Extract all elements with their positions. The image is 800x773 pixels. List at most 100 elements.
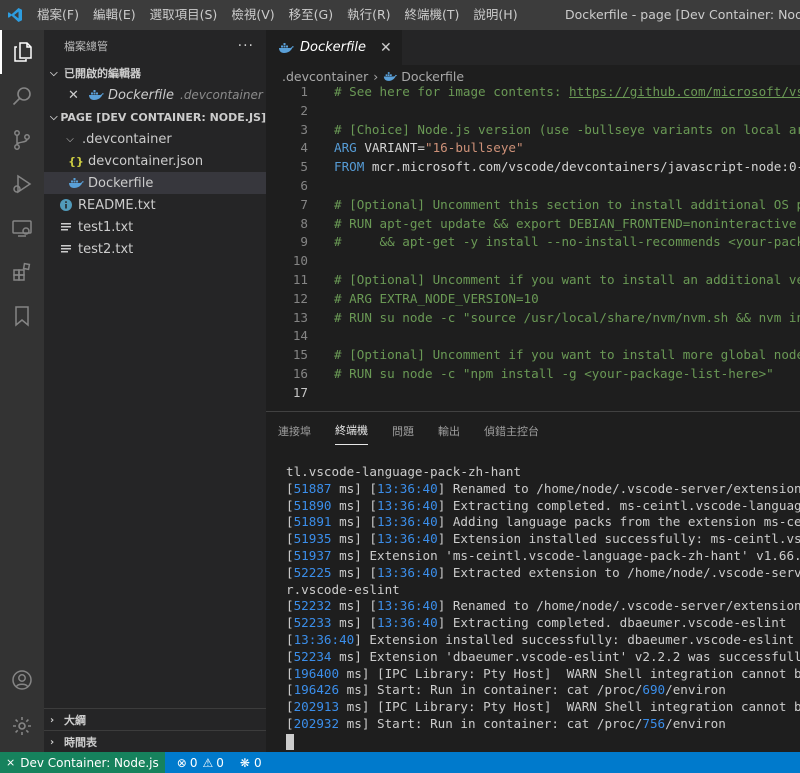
open-editor-item-dockerfile[interactable]: ✕ Dockerfile .devcontainer	[44, 84, 266, 106]
terminal-output[interactable]: tl.vscode-language-pack-zh-hant [51887 ms…	[286, 464, 800, 750]
menu-item-0[interactable]: 檔案(F)	[30, 0, 86, 30]
search-icon[interactable]	[0, 74, 44, 118]
code-line: 16 # RUN su node -c "npm install -g <your…	[266, 365, 800, 384]
identifier: mcr.microsoft.com/vscode/devcontainers/j…	[364, 159, 800, 175]
folder-devcontainer[interactable]: ⌵ .devcontainer	[44, 128, 266, 150]
panel-tab-3[interactable]: 輸出	[438, 415, 460, 445]
file-test2[interactable]: test2.txt	[44, 238, 266, 260]
remote-explorer-icon[interactable]	[0, 206, 44, 250]
settings-gear-icon[interactable]	[0, 704, 44, 748]
terminal-ms: 202913	[293, 699, 340, 715]
terminal-line: [51890 ms] [13:36:40] Extracting complet…	[286, 498, 800, 515]
text-file-icon	[58, 243, 74, 255]
terminal-time: 13:36:40	[377, 480, 438, 496]
extensions-icon[interactable]	[0, 250, 44, 294]
terminal-pre: [	[286, 682, 294, 698]
code-line: 17	[266, 384, 800, 403]
file-readme[interactable]: README.txt	[44, 194, 266, 216]
panel-tab-0[interactable]: 連接埠	[278, 415, 311, 445]
menu-item-7[interactable]: 說明(H)	[466, 0, 524, 30]
terminal-mid: ms] [	[331, 615, 378, 631]
terminal-ms: 52232	[293, 598, 332, 614]
terminal-cursor	[286, 733, 294, 750]
terminal-post: ] Renamed to /home/node/.vscode-server/e…	[437, 480, 800, 496]
outline-section[interactable]: › 大綱	[44, 708, 266, 731]
terminal-post: [IPC Library: Pty Host] WARN Shell integ…	[377, 665, 800, 681]
remote-indicator[interactable]: ⨯ Dev Container: Node.js	[0, 752, 165, 773]
file-test1[interactable]: test1.txt	[44, 216, 266, 238]
vscode-logo-icon[interactable]	[0, 0, 30, 30]
code-editor[interactable]: 1 # See here for image contents: https://…	[266, 83, 800, 403]
terminal-pre: [	[286, 615, 294, 631]
link[interactable]: https://github.com/microsoft/vs	[569, 84, 800, 99]
panel-tab-2[interactable]: 問題	[392, 415, 414, 445]
tab-dockerfile[interactable]: Dockerfile ✕	[266, 30, 402, 65]
file-dockerfile[interactable]: Dockerfile	[44, 172, 266, 194]
terminal-ms: 52234	[293, 648, 332, 664]
menu-item-6[interactable]: 終端機(T)	[398, 0, 467, 30]
source-control-icon[interactable]	[0, 118, 44, 162]
menu-item-4[interactable]: 移至(G)	[282, 0, 340, 30]
menu-item-3[interactable]: 檢視(V)	[224, 0, 281, 30]
close-icon[interactable]: ✕	[68, 88, 84, 103]
ports-indicator[interactable]: ❋ 0	[240, 756, 262, 770]
remote-icon: ⨯	[6, 756, 16, 769]
line-number: 13	[292, 309, 308, 325]
window-title: Dockerfile - page [Dev Container: Node.j…	[565, 7, 800, 22]
explorer-header: 檔案總管 ···	[44, 30, 266, 62]
terminal-pre: [	[286, 631, 294, 647]
timeline-section[interactable]: › 時間表	[44, 730, 266, 753]
panel-tabs: 連接埠 終端機 問題 輸出 偵錯主控台	[266, 412, 800, 447]
terminal-post: Start: Run in container: cat /proc/690/e…	[377, 682, 726, 698]
menu-item-1[interactable]: 編輯(E)	[86, 0, 143, 30]
info-icon	[58, 198, 74, 212]
breadcrumb-file[interactable]: Dockerfile	[401, 69, 464, 84]
terminal-ms: 202932	[293, 715, 340, 731]
ports-count: 0	[253, 755, 262, 770]
terminal-mid: ms] [	[331, 598, 378, 614]
menu-item-5[interactable]: 執行(R)	[340, 0, 397, 30]
terminal-post: tl.vscode-language-pack-zh-hant	[286, 464, 522, 479]
file-name: README.txt	[78, 197, 156, 213]
line-text	[308, 102, 334, 121]
terminal-mid: ms]	[339, 699, 378, 715]
code-line: 13 # RUN su node -c "source /usr/local/sh…	[266, 309, 800, 328]
more-actions-button[interactable]: ···	[238, 38, 254, 54]
line-number: 6	[300, 177, 308, 193]
terminal-post: ] Extracted extension to /home/node/.vsc…	[437, 564, 800, 580]
code-line: 8 # RUN apt-get update && export DEBIAN_F…	[266, 215, 800, 234]
terminal-ms: 196426	[293, 682, 340, 698]
terminal-mid: ms] [	[331, 514, 378, 530]
terminal-line: [52233 ms] [13:36:40] Extracting complet…	[286, 615, 800, 632]
breadcrumb-folder[interactable]: .devcontainer	[282, 69, 368, 84]
workspace-section[interactable]: ⌵ PAGE [DEV CONTAINER: NODE.JS]	[44, 106, 266, 128]
terminal-line: [51891 ms] [13:36:40] Adding language pa…	[286, 514, 800, 531]
terminal-pre: [	[286, 665, 294, 681]
line-number: 15	[292, 347, 308, 363]
keyword: FROM	[334, 159, 365, 175]
menu-item-2[interactable]: 選取項目(S)	[143, 0, 225, 30]
close-icon[interactable]: ✕	[380, 40, 392, 56]
account-icon[interactable]	[0, 658, 44, 702]
explorer-icon[interactable]	[0, 30, 44, 74]
open-editors-section[interactable]: ⌵ 已開啟的編輯器	[44, 62, 266, 84]
panel-tab-1[interactable]: 終端機	[335, 414, 368, 445]
file-devcontainer-json[interactable]: {} devcontainer.json	[44, 150, 266, 172]
terminal-ms: 51890	[293, 497, 332, 513]
line-text	[308, 177, 334, 196]
line-text: # RUN su node -c "npm install -g <your-p…	[334, 365, 774, 381]
bookmark-icon[interactable]	[0, 294, 44, 338]
code-line: 12 # ARG EXTRA_NODE_VERSION=10	[266, 290, 800, 309]
docker-icon	[68, 177, 84, 189]
problems-indicator[interactable]: ⊗ 0 ⚠ 0	[177, 756, 224, 770]
chevron-down-icon: ⌵	[66, 133, 74, 145]
terminal-time: 13:36:40	[377, 598, 438, 614]
chevron-down-icon: ⌵	[50, 111, 58, 123]
run-debug-icon[interactable]	[0, 162, 44, 206]
terminal-mid: ms]	[339, 715, 378, 731]
terminal-mid: ms]	[331, 648, 370, 664]
line-text: ARG VARIANT="16-bullseye"	[308, 139, 524, 158]
terminal-ms: 51935	[293, 531, 332, 547]
terminal-ms: 51887	[293, 480, 332, 496]
panel-tab-4[interactable]: 偵錯主控台	[484, 415, 539, 445]
